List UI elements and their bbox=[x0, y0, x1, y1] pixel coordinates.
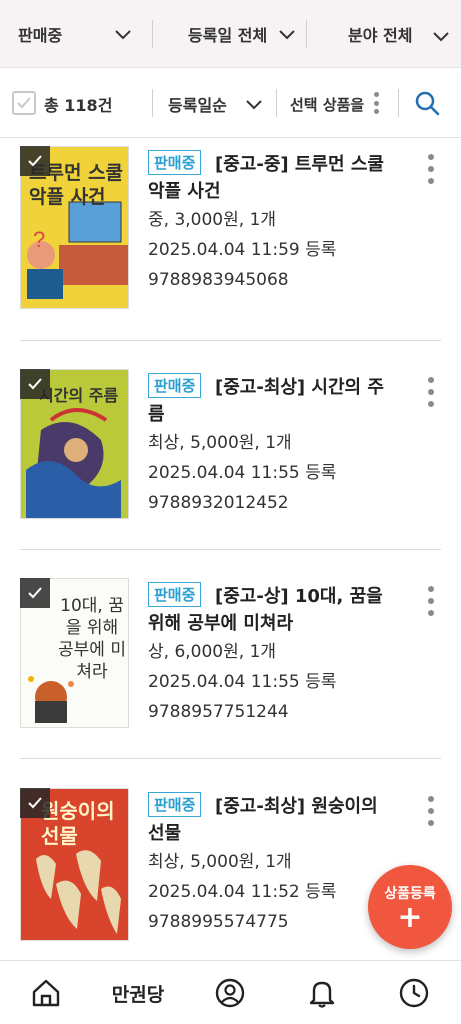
chevron-down-icon[interactable] bbox=[114, 26, 132, 45]
divider bbox=[20, 340, 441, 341]
item-condition-price: 중, 3,000원, 1개 bbox=[148, 210, 277, 230]
item-checkbox[interactable] bbox=[20, 578, 50, 608]
more-options-icon[interactable] bbox=[424, 377, 438, 407]
status-filter-label: 판매중 bbox=[18, 25, 63, 45]
total-count: 총 118건 bbox=[44, 96, 113, 115]
filter-bar: 판매중 등록일 전체 분야 전체 bbox=[0, 0, 461, 68]
item-registered-date: 2025.04.04 11:59 등록 bbox=[148, 240, 337, 260]
divider bbox=[20, 549, 441, 550]
kebab-menu-icon[interactable] bbox=[372, 92, 380, 114]
item-registered-date: 2025.04.04 11:52 등록 bbox=[148, 882, 337, 902]
item-condition-price: 최상, 5,000원, 1개 bbox=[148, 852, 292, 872]
divider bbox=[398, 89, 399, 117]
bell-icon[interactable] bbox=[304, 975, 340, 1011]
item-title[interactable]: [중고-상] 10대, 꿈을 위해 공부에 미쳐라 bbox=[148, 583, 384, 637]
item-isbn: 9788995574775 bbox=[148, 912, 289, 932]
divider bbox=[152, 20, 153, 48]
clock-icon[interactable] bbox=[396, 975, 432, 1011]
shop-nav-item[interactable]: 만권당 bbox=[98, 975, 178, 1011]
cover-title: 원숭이의 선물 bbox=[41, 799, 115, 848]
divider bbox=[276, 89, 277, 117]
item-title[interactable]: [중고-최상] 시간의 주름 bbox=[148, 374, 384, 428]
svg-text:?: ? bbox=[33, 227, 45, 252]
item-checkbox[interactable] bbox=[20, 788, 50, 818]
item-registered-date: 2025.04.04 11:55 등록 bbox=[148, 672, 337, 692]
item-checkbox[interactable] bbox=[20, 146, 50, 176]
chevron-down-icon[interactable] bbox=[245, 96, 263, 115]
plus-icon: + bbox=[397, 900, 423, 935]
item-checkbox[interactable] bbox=[20, 369, 50, 399]
cover-title: 10대, 꿈을 위해 공부에 미쳐라 bbox=[58, 596, 126, 682]
more-options-icon[interactable] bbox=[424, 796, 438, 826]
list-toolbar: 총 118건 등록일순 선택 상품을 bbox=[0, 68, 461, 138]
chevron-down-icon[interactable] bbox=[278, 26, 296, 45]
item-isbn: 9788957751244 bbox=[148, 702, 289, 722]
add-product-button[interactable]: 상품등록 + bbox=[368, 865, 452, 949]
more-options-icon[interactable] bbox=[424, 586, 438, 616]
item-condition-price: 최상, 5,000원, 1개 bbox=[148, 433, 292, 453]
sort-select[interactable]: 등록일순 bbox=[168, 92, 227, 116]
divider bbox=[152, 89, 153, 117]
shop-nav-label: 만권당 bbox=[111, 983, 165, 1006]
divider bbox=[306, 20, 307, 48]
cover-title: 시간의 주름 bbox=[39, 386, 119, 405]
date-filter[interactable]: 등록일 전체 bbox=[188, 0, 267, 68]
search-icon[interactable] bbox=[414, 90, 440, 120]
item-title[interactable]: [중고-최상] 원숭이의 선물 bbox=[148, 793, 384, 847]
status-filter[interactable]: 판매중 bbox=[18, 0, 62, 68]
chevron-down-icon[interactable] bbox=[432, 28, 450, 47]
item-isbn: 9788932012452 bbox=[148, 493, 289, 513]
divider bbox=[20, 758, 441, 759]
item-registered-date: 2025.04.04 11:55 등록 bbox=[148, 463, 337, 483]
home-icon[interactable] bbox=[28, 975, 64, 1011]
date-filter-label: 등록일 전체 bbox=[188, 25, 268, 45]
profile-icon[interactable] bbox=[212, 975, 248, 1011]
bulk-action-button[interactable]: 선택 상품을 bbox=[290, 94, 364, 115]
category-filter-label: 분야 전체 bbox=[348, 25, 413, 45]
more-options-icon[interactable] bbox=[424, 154, 438, 184]
category-filter[interactable]: 분야 전체 bbox=[348, 0, 412, 68]
bottom-nav: 만권당 bbox=[0, 960, 461, 1024]
item-title[interactable]: [중고-중] 트루먼 스쿨 악플 사건 bbox=[148, 151, 384, 205]
item-condition-price: 상, 6,000원, 1개 bbox=[148, 642, 277, 662]
item-isbn: 9788983945068 bbox=[148, 270, 289, 290]
select-all-checkbox[interactable] bbox=[12, 91, 36, 115]
